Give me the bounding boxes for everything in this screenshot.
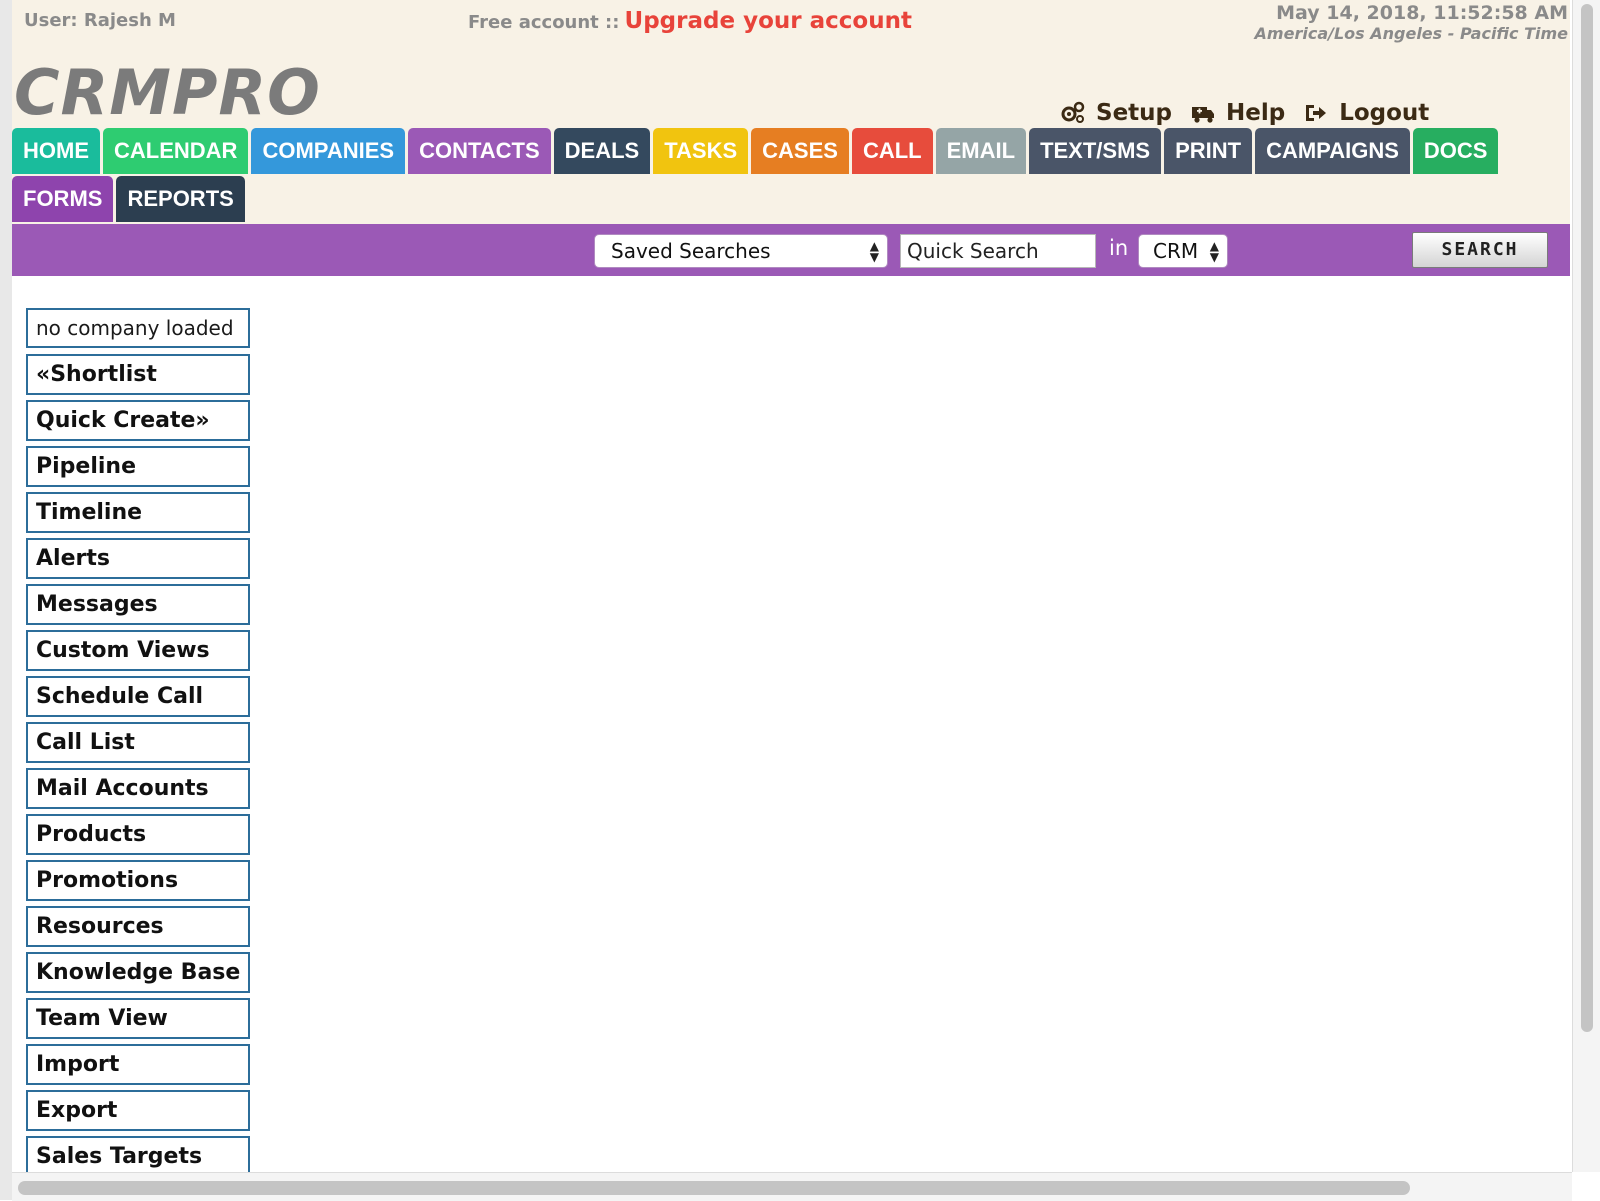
datetime-display: May 14, 2018, 11:52:58 AM America/Los An…	[1255, 2, 1568, 43]
search-bar: Saved Searches ▲▼ in CRM ▲▼ SEARCH	[12, 224, 1570, 276]
search-in-label: in	[1109, 236, 1129, 260]
vertical-scrollbar[interactable]	[1572, 0, 1600, 1172]
sidebar-item-shortlist[interactable]: «Shortlist	[26, 354, 250, 395]
page: User: Rajesh M Free account :: Upgrade y…	[12, 0, 1570, 1172]
logout-link[interactable]: Logout	[1339, 100, 1429, 126]
sidebar: no company loaded «Shortlist Quick Create…	[26, 308, 250, 1172]
sidebar-item-import[interactable]: Import	[26, 1044, 250, 1085]
tab-docs[interactable]: DOCS	[1412, 128, 1499, 174]
nav-row: HOME CALENDAR COMPANIES CONTACTS DEALS TASKS C…	[12, 128, 1512, 174]
sidebar-item-quick-create[interactable]: Quick Create»	[26, 400, 250, 441]
account-type: Free account ::	[468, 12, 620, 33]
tab-call[interactable]: CALL	[851, 128, 933, 174]
tab-contacts[interactable]: CONTACTS	[408, 128, 551, 174]
tab-calendar[interactable]: CALENDAR	[103, 128, 249, 174]
sidebar-item-pipeline[interactable]: Pipeline	[26, 446, 250, 487]
sidebar-item-timeline[interactable]: Timeline	[26, 492, 250, 533]
tab-home[interactable]: HOME	[12, 128, 100, 174]
account-banner: Free account :: Upgrade your account	[468, 8, 912, 34]
sidebar-item-alerts[interactable]: Alerts	[26, 538, 250, 579]
search-scope-select[interactable]: CRM ▲ ▼	[1138, 234, 1228, 268]
sidebar-item-export[interactable]: Export	[26, 1090, 250, 1131]
sidebar-item-mail-accounts[interactable]: Mail Accounts	[26, 768, 250, 809]
nav-row: FORMS REPORTS	[12, 176, 1512, 222]
tab-reports[interactable]: REPORTS	[116, 176, 245, 222]
search-scope-value: CRM	[1153, 239, 1199, 263]
sidebar-item-messages[interactable]: Messages	[26, 584, 250, 625]
sidebar-item-products[interactable]: Products	[26, 814, 250, 855]
user-label: User: Rajesh M	[24, 10, 176, 31]
tab-cases[interactable]: CASES	[751, 128, 849, 174]
sidebar-item-promotions[interactable]: Promotions	[26, 860, 250, 901]
tab-campaigns[interactable]: CAMPAIGNS	[1255, 128, 1410, 174]
search-button[interactable]: SEARCH	[1412, 232, 1548, 268]
sidebar-item-resources[interactable]: Resources	[26, 906, 250, 947]
sign-out-icon	[1303, 100, 1329, 126]
tab-forms[interactable]: FORMS	[12, 176, 114, 222]
tab-deals[interactable]: DEALS	[553, 128, 651, 174]
quick-search-input[interactable]	[900, 234, 1096, 268]
setup-link[interactable]: Setup	[1096, 100, 1172, 126]
logo: CRMPRO	[14, 56, 321, 129]
header: User: Rajesh M Free account :: Upgrade y…	[12, 0, 1570, 224]
gears-icon	[1060, 100, 1086, 126]
timezone-label: America/Los Angeles - Pacific Time	[1254, 24, 1568, 43]
tab-text-sms[interactable]: TEXT/SMS	[1029, 128, 1162, 174]
sidebar-item-custom-views[interactable]: Custom Views	[26, 630, 250, 671]
top-links: Setup Help Logout	[1060, 100, 1447, 126]
tab-companies[interactable]: COMPANIES	[251, 128, 406, 174]
select-arrows-icon: ▲ ▼	[869, 239, 879, 264]
sidebar-item-sales-targets[interactable]: Sales Targets	[26, 1136, 250, 1172]
select-arrows-icon: ▲ ▼	[1209, 239, 1219, 264]
tab-email[interactable]: EMAIL	[935, 128, 1027, 174]
sidebar-item-team-view[interactable]: Team View	[26, 998, 250, 1039]
sidebar-item-schedule-call[interactable]: Schedule Call	[26, 676, 250, 717]
tab-print[interactable]: PRINT	[1164, 128, 1253, 174]
upgrade-link[interactable]: Upgrade your account	[625, 8, 912, 34]
current-datetime: May 14, 2018, 11:52:58 AM	[1276, 2, 1568, 24]
ambulance-icon	[1190, 100, 1216, 126]
vertical-scroll-thumb[interactable]	[1581, 4, 1593, 1032]
saved-searches-select[interactable]: Saved Searches ▲ ▼	[594, 234, 888, 268]
main-nav: HOME CALENDAR COMPANIES CONTACTS DEALS TASKS C…	[12, 128, 1512, 224]
horizontal-scroll-thumb[interactable]	[18, 1181, 1410, 1195]
sidebar-item-call-list[interactable]: Call List	[26, 722, 250, 763]
saved-searches-value: Saved Searches	[611, 239, 771, 263]
sidebar-menu: «Shortlist Quick Create» Pipeline Timeline A…	[26, 354, 250, 1172]
company-status: no company loaded	[26, 308, 250, 348]
help-link[interactable]: Help	[1226, 100, 1285, 126]
horizontal-scrollbar[interactable]	[12, 1172, 1572, 1201]
tab-tasks[interactable]: TASKS	[653, 128, 749, 174]
sidebar-item-knowledge-base[interactable]: Knowledge Base	[26, 952, 250, 993]
